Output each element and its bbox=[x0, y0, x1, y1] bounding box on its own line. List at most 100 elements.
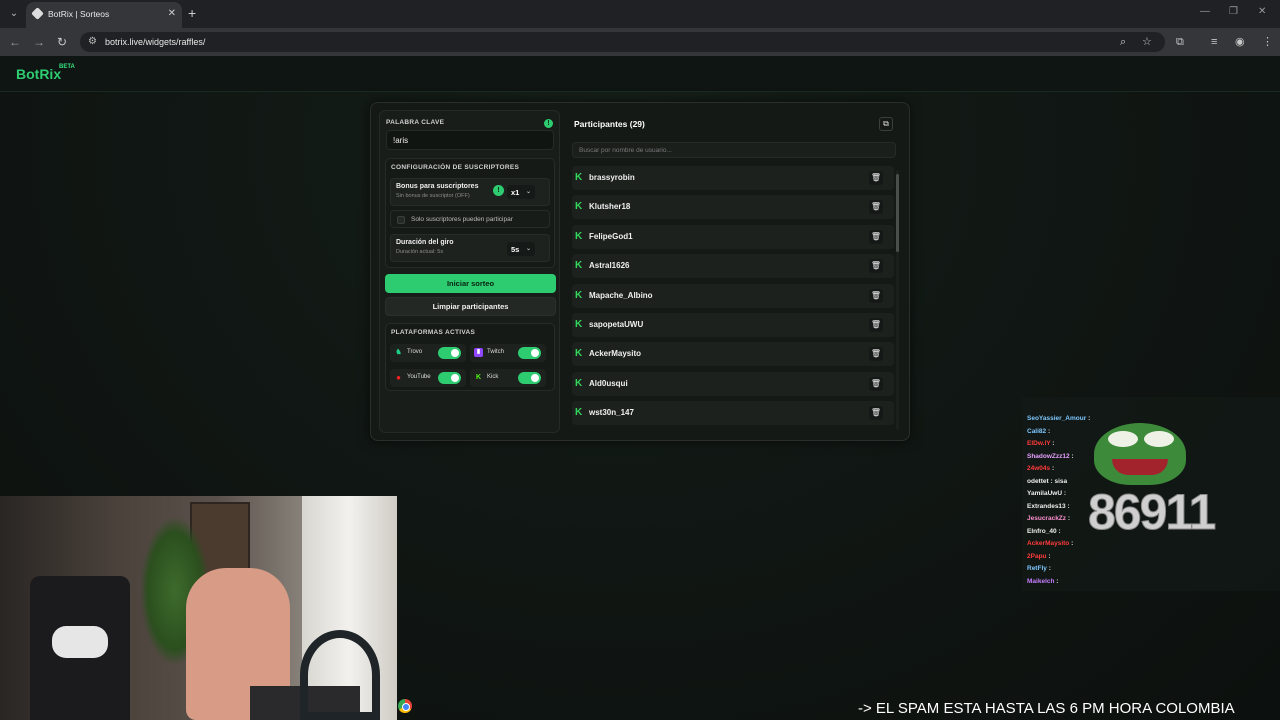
close-tab-icon[interactable]: ✕ bbox=[168, 8, 176, 19]
youtube-toggle[interactable] bbox=[438, 372, 461, 384]
platform-kick: K Kick bbox=[470, 369, 546, 387]
participant-name: Klutsher18 bbox=[589, 202, 631, 212]
kick-icon: K bbox=[575, 289, 583, 301]
scrollbar-thumb[interactable] bbox=[896, 174, 899, 252]
tab-search-chevron-icon[interactable]: ⌄ bbox=[6, 6, 22, 22]
info-icon[interactable]: ! bbox=[544, 119, 553, 128]
participant-name: Ald0usqui bbox=[589, 378, 628, 388]
chat-text: : bbox=[1048, 565, 1051, 572]
botrix-favicon-icon bbox=[31, 7, 44, 20]
site-settings-icon[interactable]: ⚙ bbox=[88, 36, 97, 47]
only-subscribers-row[interactable]: Solo suscriptores pueden participar bbox=[390, 210, 550, 228]
keyword-input[interactable] bbox=[386, 130, 554, 150]
stream-chat-overlay: 86911 SeoYassier_Amour : Cali82 : ElDw.lY … bbox=[1022, 397, 1280, 591]
chat-username: ElDw.lY bbox=[1027, 440, 1051, 447]
close-window-icon[interactable]: ✕ bbox=[1258, 6, 1266, 17]
platform-label: YouTube bbox=[407, 374, 431, 380]
chat-text: : sisa bbox=[1050, 477, 1068, 485]
bonus-multiplier-value: x1 bbox=[511, 188, 520, 197]
chat-message: ElDw.lY : bbox=[1027, 440, 1054, 447]
chat-text: : bbox=[1051, 465, 1055, 472]
bonus-multiplier-select[interactable]: x1 ⌄ bbox=[507, 185, 535, 199]
chat-message: 24w04s : bbox=[1027, 465, 1054, 472]
chat-message: JesucrackZz : bbox=[1027, 515, 1070, 522]
participant-row: K Klutsher18 🗑 bbox=[572, 195, 894, 220]
chat-text: : bbox=[1071, 452, 1074, 460]
chat-message: odettet : sisa bbox=[1027, 478, 1067, 485]
pepe-head bbox=[1094, 423, 1186, 485]
kick-icon: K bbox=[575, 201, 583, 213]
chat-username: YamilaUwU bbox=[1027, 490, 1063, 497]
profile-icon[interactable]: ◉ bbox=[1235, 35, 1245, 49]
chat-username: JesucrackZz bbox=[1027, 515, 1067, 522]
trash-icon[interactable]: 🗑 bbox=[869, 200, 883, 215]
participant-search-input[interactable] bbox=[572, 142, 896, 158]
chat-username: SeoYassier_Amour bbox=[1027, 415, 1087, 422]
trash-icon[interactable]: 🗑 bbox=[869, 229, 883, 244]
pepe-eye bbox=[1108, 431, 1138, 447]
kick-toggle[interactable] bbox=[518, 372, 541, 384]
chat-text: : bbox=[1067, 515, 1071, 522]
chat-message: 2Papu : bbox=[1027, 553, 1051, 560]
participant-row: Kbrassyrobin 🗑 bbox=[572, 166, 894, 190]
twitch-icon: ▮ bbox=[474, 348, 483, 357]
chat-text: : bbox=[1047, 427, 1051, 435]
webcam-headset bbox=[300, 630, 380, 720]
participant-row: KsapopetaUWU 🗑 bbox=[572, 313, 894, 337]
game-controller-image bbox=[52, 626, 108, 658]
botrix-logo[interactable]: BotRix bbox=[16, 66, 61, 82]
trash-icon[interactable]: 🗑 bbox=[869, 406, 883, 421]
chat-text: : bbox=[1052, 440, 1055, 447]
youtube-icon: ● bbox=[396, 373, 401, 382]
pepe-emote-image bbox=[1094, 423, 1186, 485]
chat-message: AckerMaysito : bbox=[1027, 540, 1073, 547]
minimize-icon[interactable]: — bbox=[1200, 6, 1210, 17]
forward-icon[interactable]: → bbox=[33, 35, 45, 49]
chat-text: : bbox=[1048, 552, 1051, 560]
platform-trovo: ♞ Trovo bbox=[390, 344, 466, 362]
restore-icon[interactable]: ❐ bbox=[1229, 6, 1238, 17]
clear-participants-button[interactable]: Limpiar participantes bbox=[385, 297, 556, 316]
zoom-icon[interactable]: ⌕ bbox=[1120, 35, 1126, 49]
browser-tab[interactable]: BotRix | Sorteos ✕ bbox=[26, 2, 182, 28]
extensions-icon[interactable]: ⧉ bbox=[1176, 35, 1184, 49]
webcam-feed bbox=[0, 496, 397, 720]
trash-icon[interactable]: 🗑 bbox=[869, 376, 883, 391]
info-icon[interactable]: ! bbox=[493, 185, 504, 196]
chat-message: Cali82 : bbox=[1027, 428, 1050, 435]
back-icon[interactable]: ← bbox=[9, 35, 21, 49]
only-subscribers-checkbox[interactable] bbox=[397, 216, 405, 224]
page: BotRix BETA PALABRA CLAVE ! CONFIGURACIÓ… bbox=[0, 56, 1280, 720]
trovo-toggle[interactable] bbox=[438, 347, 461, 359]
trash-icon[interactable]: 🗑 bbox=[869, 288, 883, 303]
active-platforms-box: PLATAFORMAS ACTIVAS ♞ Trovo ▮ Twitch ● Y… bbox=[385, 323, 555, 391]
start-raffle-button[interactable]: Iniciar sorteo bbox=[385, 274, 556, 293]
spin-duration-value: 5s bbox=[511, 245, 520, 254]
chevron-down-icon: ⌄ bbox=[525, 189, 531, 195]
new-tab-button[interactable]: + bbox=[188, 6, 196, 20]
platform-label: Twitch bbox=[487, 349, 505, 355]
chat-message: Elnfro_40 : bbox=[1027, 528, 1061, 535]
url-text[interactable]: botrix.live/widgets/raffles/ bbox=[105, 37, 205, 47]
trash-icon[interactable]: 🗑 bbox=[869, 171, 883, 185]
copy-icon[interactable]: ⧉ bbox=[879, 117, 893, 131]
stream-ticker: -> EL SPAM ESTA HASTA LAS 6 PM HORA COLO… bbox=[858, 700, 1235, 717]
chat-username: 24w04s bbox=[1027, 465, 1051, 472]
trash-icon[interactable]: 🗑 bbox=[869, 347, 883, 362]
browser-menu-icon[interactable]: ⋮ bbox=[1262, 35, 1273, 49]
kick-icon: K bbox=[575, 319, 583, 330]
chrome-icon[interactable] bbox=[398, 699, 412, 713]
trash-icon[interactable]: 🗑 bbox=[869, 259, 883, 274]
reload-icon[interactable]: ↻ bbox=[57, 35, 67, 49]
chat-message: ShadowZzz12 : bbox=[1027, 453, 1074, 460]
address-bar[interactable]: ⚙ botrix.live/widgets/raffles/ ⌕ ☆ bbox=[80, 32, 1165, 52]
chat-message: SeoYassier_Amour : bbox=[1027, 415, 1090, 422]
kick-icon: K bbox=[575, 230, 583, 242]
spin-duration-select[interactable]: 5s ⌄ bbox=[507, 242, 535, 256]
spin-duration-subtitle: Duración actual: 5s bbox=[396, 249, 444, 255]
twitch-toggle[interactable] bbox=[518, 347, 541, 359]
bookmark-star-icon[interactable]: ☆ bbox=[1142, 35, 1152, 49]
chat-username: Maikelch bbox=[1027, 577, 1055, 585]
trash-icon[interactable]: 🗑 bbox=[869, 318, 883, 332]
media-controls-icon[interactable]: ≡ bbox=[1211, 35, 1217, 49]
